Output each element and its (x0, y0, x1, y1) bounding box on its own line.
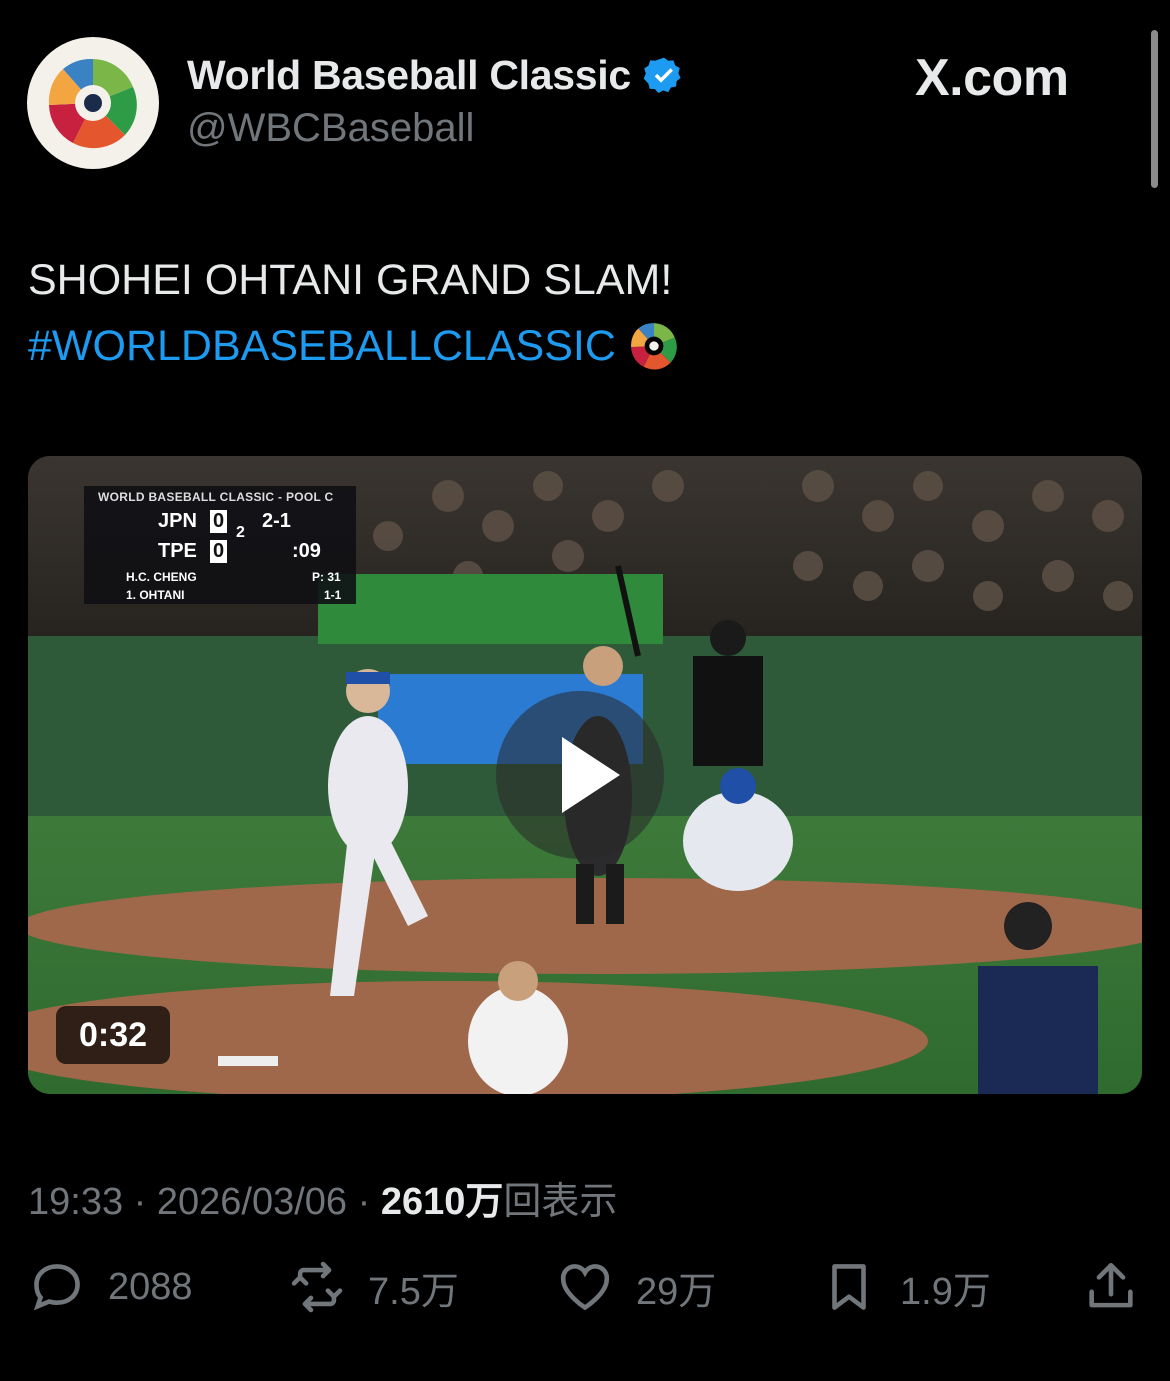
like-button[interactable]: 29万 (556, 1258, 716, 1316)
play-icon (562, 737, 620, 813)
tweet-meta: 19:33 · 2026/03/06 · 2610万回表示 (28, 1170, 617, 1225)
scorebug-clock: :09 (292, 540, 321, 562)
wbc-hashflag-icon (630, 323, 677, 370)
scorebug-pitches: P: 31 (312, 570, 341, 584)
display-name[interactable]: World Baseball Classic (187, 52, 631, 99)
share-button[interactable] (1082, 1258, 1140, 1316)
repost-button[interactable]: 7.5万 (288, 1258, 459, 1316)
scorebug-pitcher: H.C. CHENG (126, 570, 197, 584)
like-count: 29万 (636, 1270, 717, 1313)
repost-icon (291, 1261, 343, 1313)
verified-badge-icon (643, 57, 681, 93)
author-name-row[interactable]: World Baseball Classic (187, 52, 685, 99)
scorebug-batter: 1. OHTANI (126, 588, 185, 602)
share-icon (1089, 1262, 1133, 1308)
heart-icon (560, 1264, 610, 1311)
tweet-text: SHOHEI OHTANI GRAND SLAM! (28, 256, 673, 304)
scorebug-team2: TPE (158, 540, 197, 562)
action-bar: 2088 7.5万 29万 1.9万 (0, 1258, 1170, 1328)
scorebug-title: WORLD BASEBALL CLASSIC - POOL C (98, 490, 334, 504)
reply-icon (33, 1264, 80, 1311)
tweet-date[interactable]: 2026/03/06 (157, 1181, 347, 1223)
scorebug-batter-stat: 1-1 (324, 588, 342, 602)
repost-count: 7.5万 (368, 1270, 459, 1313)
views-count: 2610 (380, 1181, 466, 1223)
meta-separator: · (123, 1181, 157, 1223)
user-handle[interactable]: @WBCBaseball (187, 106, 474, 151)
views-label: 回表示 (503, 1181, 618, 1223)
bookmark-count: 1.9万 (900, 1270, 991, 1313)
scorebug-score1: 0 (210, 510, 228, 533)
video-duration: 0:32 (56, 1006, 170, 1064)
scorebug-count: 2-1 (262, 510, 291, 532)
scorebug-score2: 0 (210, 540, 228, 563)
avatar[interactable] (27, 37, 159, 169)
video-player[interactable]: WORLD BASEBALL CLASSIC - POOL C JPN 0 TP… (28, 456, 1142, 1094)
scorebug-team1: JPN (158, 510, 197, 532)
scorebug: WORLD BASEBALL CLASSIC - POOL C JPN 0 TP… (84, 486, 356, 604)
site-label: X.com (915, 49, 1069, 107)
hashtag-link[interactable]: #WORLDBASEBALLCLASSIC (28, 322, 616, 371)
scorebug-inning: 2 (236, 524, 245, 541)
scrollbar[interactable] (1151, 30, 1158, 188)
views-unit: 万 (465, 1181, 504, 1223)
play-button[interactable] (496, 691, 664, 859)
reply-button[interactable]: 2088 (28, 1258, 193, 1316)
meta-separator: · (347, 1181, 381, 1223)
bookmark-button[interactable]: 1.9万 (820, 1258, 991, 1316)
tweet-time[interactable]: 19:33 (28, 1181, 123, 1223)
wbc-logo-icon (47, 57, 139, 149)
reply-count: 2088 (108, 1265, 193, 1308)
hashtag-row: #WORLDBASEBALLCLASSIC (28, 320, 680, 372)
bookmark-icon (832, 1264, 866, 1310)
